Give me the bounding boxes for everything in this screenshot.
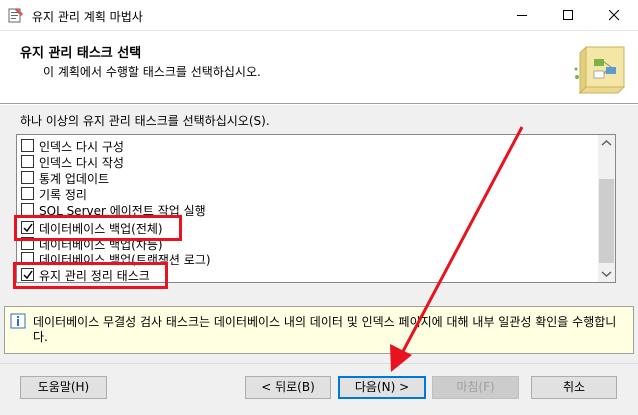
header-divider-highlight [0,104,638,105]
task-checkbox[interactable] [21,155,34,168]
page-subtitle: 이 계획에서 수행할 태스크를 선택하십시오. [43,65,261,79]
task-instruction: 하나 이상의 유지 관리 태스크를 선택하십시오(S). [20,114,270,128]
task-item[interactable]: 인덱스 다시 작성 [21,153,421,170]
task-checkbox[interactable] [21,139,34,152]
scroll-down-icon[interactable] [598,265,615,282]
highlight-box-cleanup-task [13,262,168,289]
info-icon [10,313,26,329]
footer-divider [0,363,638,364]
back-button[interactable]: < 뒤로(B) [245,376,331,399]
task-description-box: 데이터베이스 무결성 검사 태스크는 데이터베이스 내의 데이터 및 인덱스 페… [4,306,634,354]
scroll-up-icon[interactable] [598,135,615,152]
maximize-button[interactable] [546,0,592,31]
help-button[interactable]: 도움말(H) [20,376,107,399]
page-title: 유지 관리 태스크 선택 [20,46,142,61]
close-button[interactable] [592,0,638,31]
minimize-button[interactable] [500,0,546,31]
finish-button: 마침(F) [432,376,519,399]
cancel-button[interactable]: 취소 [531,376,617,399]
app-icon [8,8,23,23]
maximize-icon [563,10,573,20]
task-item[interactable]: 인덱스 다시 구성 [21,137,421,154]
next-button[interactable]: 다음(N) > [338,376,426,399]
task-item[interactable]: 기록 정리 [21,185,421,202]
wizard-graphic [574,45,626,95]
scroll-thumb[interactable] [599,179,614,263]
title-bar: 유지 관리 계획 마법사 [0,0,638,31]
minimize-icon [517,15,527,16]
task-item[interactable]: 통계 업데이트 [21,169,421,186]
window-title: 유지 관리 계획 마법사 [32,10,143,24]
close-icon [609,10,620,21]
task-listbox[interactable]: 인덱스 다시 구성 인덱스 다시 작성 통계 업데이트 기록 정리 SQL Se… [16,134,616,283]
task-checkbox[interactable] [21,187,34,200]
wizard-header: 유지 관리 태스크 선택 이 계획에서 수행할 태스크를 선택하십시오. [0,31,638,103]
task-checkbox[interactable] [21,171,34,184]
task-description: 데이터베이스 무결성 검사 태스크는 데이터베이스 내의 데이터 및 인덱스 페… [33,315,617,344]
highlight-box-full-backup [14,215,182,241]
list-scrollbar[interactable] [598,135,615,282]
